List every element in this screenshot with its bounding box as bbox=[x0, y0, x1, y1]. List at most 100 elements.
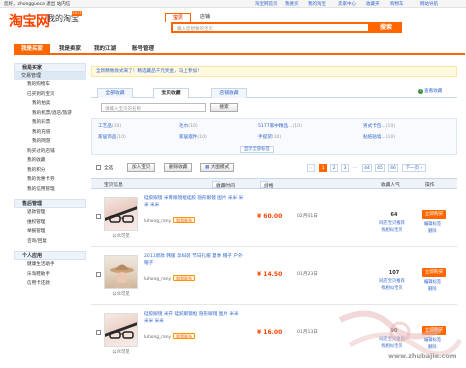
category-tag[interactable]: 手提袋(10) bbox=[258, 134, 281, 140]
row-checkbox[interactable] bbox=[96, 330, 101, 335]
sidebar-item-shops[interactable]: 购买过的店铺 bbox=[14, 147, 86, 157]
sort-by-price[interactable]: 价格 ▾ bbox=[260, 180, 273, 189]
category-tag[interactable]: 男式卡包...(10) bbox=[363, 123, 395, 129]
sidebar-item-credit[interactable]: 我的信用管理 bbox=[14, 185, 86, 195]
sidebar-item-travel[interactable]: 我的机票/酒店/旅游 bbox=[14, 109, 86, 119]
tab-shop-favorites[interactable]: 店铺收藏 bbox=[211, 88, 247, 98]
delete-link[interactable]: 删除 bbox=[428, 228, 437, 234]
sidebar-item-creditcard[interactable]: 信用卡还款 bbox=[14, 279, 86, 289]
page-button[interactable]: 44 bbox=[362, 164, 372, 172]
next-page-button[interactable]: 下一页 › bbox=[402, 164, 426, 172]
buy-now-button[interactable]: 立即购买 bbox=[422, 268, 446, 277]
table-header: 宝贝信息 收藏时间 ▾ 价格 ▾ 收藏人气 操作 bbox=[91, 178, 457, 189]
sidebar-item-auction[interactable]: 我的拍卖 bbox=[14, 99, 86, 109]
sidebar-item-bought[interactable]: 已买到的宝贝 bbox=[14, 90, 86, 100]
search-tab-items[interactable]: 宝贝 bbox=[165, 13, 191, 22]
top-link-home[interactable]: 淘宝网首页 bbox=[255, 1, 278, 7]
nav-tab-account[interactable]: 账号管理 bbox=[126, 44, 160, 55]
product-title-link[interactable]: 2011新款 韩版 孕妇装 节日礼帽 夏季 帽子 户外帽子 bbox=[144, 253, 244, 267]
top-link-buy[interactable]: 我要买 bbox=[285, 1, 299, 7]
top-link-seller[interactable]: 卖家中心 bbox=[338, 1, 356, 7]
product-title-link[interactable]: 硅胶眼镜 米开 硅胶眼镜框 隐形眼镜 图片 米米 米米 米米 bbox=[144, 311, 244, 325]
logo-badge: 2011 bbox=[72, 11, 82, 16]
tab-item-favorites[interactable]: 宝贝收藏 bbox=[153, 88, 189, 99]
seller-info: luhong_rany 和我联系 bbox=[144, 275, 196, 282]
sidebar-item-cart[interactable]: 我的购物车 bbox=[14, 80, 86, 90]
nav-tab-jianghu[interactable]: 我的江湖 bbox=[90, 44, 120, 55]
seller-name[interactable]: luhong_rany bbox=[144, 277, 171, 282]
sidebar-item-favorites[interactable]: 我的收藏 bbox=[14, 156, 86, 166]
contact-seller-button[interactable]: 和我联系 bbox=[173, 275, 196, 281]
sidebar-item-recharge[interactable]: 我的充值 bbox=[14, 128, 86, 138]
search-button[interactable]: 搜索 bbox=[370, 22, 402, 33]
top-link-mytaobao[interactable]: 我的淘宝 bbox=[308, 1, 326, 7]
seller-name[interactable]: luhong_rany bbox=[144, 335, 171, 340]
sidebar-item-report[interactable]: 举报管理 bbox=[14, 227, 86, 237]
contact-seller-button[interactable]: 和我联系 bbox=[173, 217, 196, 223]
sidebar-item-games[interactable]: 我的网游 bbox=[14, 137, 86, 147]
select-all-checkbox[interactable] bbox=[96, 165, 101, 170]
category-tag[interactable]: 家居饰品(10) bbox=[98, 134, 126, 140]
page-button[interactable]: 46 bbox=[388, 164, 398, 172]
search-tab-shops[interactable]: 店铺 bbox=[195, 13, 215, 22]
table-row: 公众可见 硅胶眼镜 米青眼镜框硅胶 隐形眼镜 图片 米米 米米 米米 luhon… bbox=[91, 190, 457, 247]
sidebar-item-rights[interactable]: 维权管理 bbox=[14, 218, 86, 228]
favorites-toolbar: 全选 加入宝贝 删除收藏 ▦ 大图模式 ‹ 1 2 3 ... 44 45 46… bbox=[91, 162, 457, 175]
nav-tab-buyer[interactable]: 我是买家 bbox=[14, 44, 50, 55]
sidebar-item-consult[interactable]: 咨询/回复 bbox=[14, 237, 86, 247]
sidebar-item-refund[interactable]: 退款管理 bbox=[14, 208, 86, 218]
favorites-search-input[interactable]: 请输入宝贝的名称 bbox=[101, 103, 206, 112]
row-checkbox[interactable] bbox=[96, 214, 101, 219]
category-tag[interactable]: 工艺品(10) bbox=[98, 123, 121, 129]
prev-page-button[interactable]: ‹ bbox=[307, 164, 315, 172]
product-title-link[interactable]: 硅胶眼镜 米青眼镜框硅胶 隐形眼镜 图片 米米 米米 米米 bbox=[144, 195, 244, 209]
category-tag[interactable]: 5177家中精品...(10) bbox=[258, 123, 302, 129]
seller-name[interactable]: luhong_rany bbox=[144, 219, 171, 224]
search-input[interactable]: 输入您想要的宝贝 bbox=[171, 22, 370, 33]
contact-seller-button[interactable]: 和我联系 bbox=[173, 333, 196, 339]
greeting-text[interactable]: 您好，zhongguoca 退出 站内信 bbox=[4, 1, 70, 7]
sidebar-item-points[interactable]: 我的积分 bbox=[14, 166, 86, 176]
delete-favorites-button[interactable]: 删除收藏 bbox=[164, 163, 193, 172]
taobao-logo[interactable]: 淘宝网 bbox=[9, 11, 50, 31]
product-thumbnail[interactable] bbox=[104, 197, 138, 231]
notice-banner[interactable]: 全新精致款式来了！精选藏品千元奖金，马上参加！ bbox=[91, 66, 457, 77]
nav-tab-seller[interactable]: 我是卖家 bbox=[54, 44, 86, 55]
main-nav: 我是买家 我是卖家 我的江湖 账号管理 bbox=[14, 44, 465, 55]
page-button[interactable]: 1 bbox=[319, 164, 327, 172]
show-all-tags-button[interactable]: 显示全部标签 bbox=[240, 146, 274, 153]
category-tag[interactable]: 家居摆件(10) bbox=[179, 134, 207, 140]
product-price: ¥ 16.00 bbox=[257, 329, 283, 336]
page-button[interactable]: 45 bbox=[375, 164, 385, 172]
top-link-sitenav[interactable]: 网站导航 bbox=[420, 1, 438, 7]
row-checkbox[interactable] bbox=[96, 272, 101, 277]
sidebar-item-shoes[interactable]: 乐淘鞋助手 bbox=[14, 270, 86, 280]
similar-items-link[interactable]: 找相似宝贝 bbox=[372, 285, 412, 291]
sidebar-item-lottery[interactable]: 我的彩票 bbox=[14, 118, 86, 128]
product-thumbnail[interactable] bbox=[104, 255, 138, 289]
top-link-cart[interactable]: 购物车 bbox=[390, 1, 404, 7]
view-favorites-link[interactable]: ? 查看收藏 bbox=[418, 88, 442, 94]
category-tag[interactable]: 贴纸贴墙...(10) bbox=[363, 134, 395, 140]
product-thumbnail[interactable] bbox=[104, 313, 138, 347]
top-link-favorites[interactable]: 收藏夹 bbox=[366, 1, 380, 7]
sort-by-time[interactable]: 收藏时间 ▾ bbox=[212, 180, 235, 189]
add-to-cart-button[interactable]: 加入宝贝 bbox=[127, 163, 156, 172]
edit-tags-link[interactable]: 编辑标签 bbox=[424, 221, 441, 227]
favorites-search-button[interactable]: 搜索 bbox=[210, 103, 238, 112]
buy-now-button[interactable]: 立即购买 bbox=[422, 210, 446, 219]
same-shop-link[interactable]: 同店宝贝推荐 bbox=[372, 278, 412, 284]
edit-tags-link[interactable]: 编辑标签 bbox=[424, 279, 441, 285]
page-button[interactable]: 3 bbox=[341, 164, 349, 172]
category-tag[interactable]: 毛巾(10) bbox=[179, 123, 198, 129]
sidebar-item-coupons[interactable]: 我的优惠卡券 bbox=[14, 175, 86, 185]
table-row: 公众可见 2011新款 韩版 孕妇装 节日礼帽 夏季 帽子 户外帽子 luhon… bbox=[91, 248, 457, 305]
same-shop-link[interactable]: 同店宝贝推荐 bbox=[372, 220, 412, 226]
similar-items-link[interactable]: 找相似宝贝 bbox=[372, 227, 412, 233]
tab-all-favorites[interactable]: 全部收藏 bbox=[97, 88, 133, 98]
page-button[interactable]: 2 bbox=[330, 164, 338, 172]
delete-link[interactable]: 删除 bbox=[428, 286, 437, 292]
sidebar-item-health[interactable]: 健康生活助手 bbox=[14, 260, 86, 270]
col-info: 宝贝信息 bbox=[104, 182, 123, 188]
big-image-mode-button[interactable]: ▦ 大图模式 bbox=[200, 163, 235, 172]
